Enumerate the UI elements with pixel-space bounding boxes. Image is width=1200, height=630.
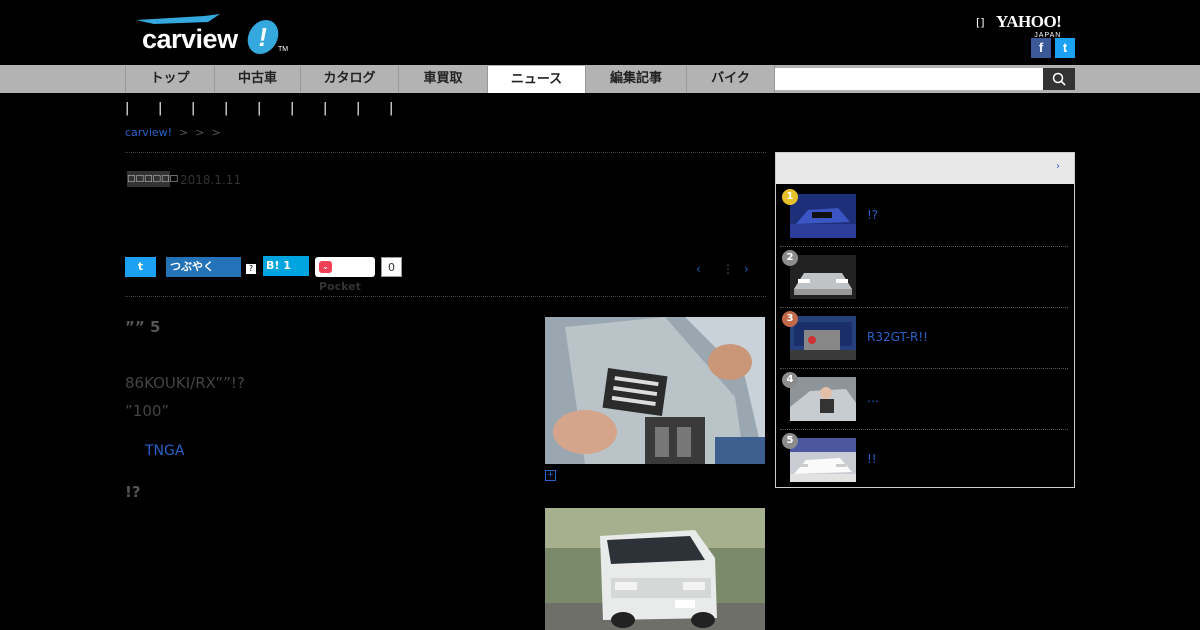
hatena-count: 1 (283, 259, 291, 272)
category-badge[interactable]: □□□□□□ (127, 171, 178, 187)
ranking-box: › 1 !? 2 3 R32GT-R!! 4 … 5 !! (775, 152, 1075, 488)
article-photo-van[interactable] (545, 508, 765, 630)
nav-tab-top[interactable]: トップ (125, 65, 214, 93)
ranking-title[interactable]: !? (867, 208, 878, 222)
sub-nav-separator: | (125, 101, 130, 116)
search-button[interactable] (1043, 68, 1075, 90)
yahoo-logo-sub: JAPAN (1034, 32, 1062, 39)
ranking-number: 5 (782, 433, 798, 449)
ranking-title[interactable]: … (867, 391, 879, 405)
yahoo-japan-logo[interactable]: YAHOO! JAPAN (996, 12, 1062, 39)
ranking-thumbnail[interactable] (790, 316, 856, 360)
nav-tab-news[interactable]: ニュース (487, 66, 585, 93)
ranking-item[interactable]: 2 (780, 247, 1068, 308)
breadcrumb-separator: > (179, 126, 189, 139)
sub-nav-separator: | (257, 101, 262, 116)
sub-nav-separator: | (290, 101, 295, 116)
ranking-number: 2 (782, 250, 798, 266)
ranking-title[interactable]: !! (867, 452, 877, 466)
global-nav: トップ 中古車 カタログ 車買取 ニュース 編集記事 バイク (0, 65, 1200, 93)
mixi-share-button[interactable]: つぶやく (166, 257, 241, 277)
breadcrumb: carview! > > > (125, 126, 221, 139)
sub-nav: | | | | | | | | | (125, 101, 422, 116)
ranking-thumbnail[interactable] (790, 438, 856, 482)
nav-tab-used-cars[interactable]: 中古車 (214, 65, 300, 93)
ranking-thumbnail[interactable] (790, 377, 856, 421)
ranking-thumbnail[interactable] (790, 255, 856, 299)
pocket-button[interactable]: ⌄ Pocket (315, 257, 375, 293)
ranking-header: › (776, 153, 1074, 184)
breadcrumb-separator: > (211, 126, 221, 139)
nav-tab-catalog[interactable]: カタログ (300, 65, 398, 93)
logo-trademark: TM (278, 46, 289, 53)
article-date: 2018.1.11 (180, 173, 242, 187)
van-photo-image (545, 508, 765, 630)
ranking-thumbnail[interactable] (790, 194, 856, 238)
twitter-bird-icon: t (137, 260, 144, 273)
pocket-count: 0 (381, 257, 402, 277)
article-list-icon[interactable]: ⋮ (722, 262, 734, 276)
yahoo-logo-main: YAHOO! (996, 12, 1062, 31)
next-article-icon[interactable]: › (744, 262, 749, 276)
hatena-bookmark-button[interactable]: B! 1 (263, 256, 309, 276)
ranking-title[interactable]: R32GT-R!! (867, 330, 928, 344)
hatena-label: B! (266, 259, 280, 272)
help-icon[interactable]: ? (246, 264, 256, 274)
pocket-label: Pocket (319, 280, 361, 293)
ranking-item[interactable]: 3 R32GT-R!! (780, 308, 1068, 369)
sub-nav-separator: | (323, 101, 328, 116)
facebook-icon[interactable]: f (1031, 38, 1051, 58)
mixi-share-label: つぶやく (170, 260, 214, 273)
breadcrumb-separator: > (195, 126, 205, 139)
breadcrumb-home-link[interactable]: carview! (125, 126, 172, 139)
pocket-icon: ⌄ (319, 261, 332, 273)
ranking-item[interactable]: 4 … (780, 369, 1068, 430)
search-icon (1052, 72, 1066, 86)
sub-nav-separator: | (389, 101, 394, 116)
nav-tab-editorial[interactable]: 編集記事 (585, 65, 686, 93)
prev-article-icon[interactable]: ‹ (696, 262, 701, 276)
logo-text: carview (142, 24, 238, 54)
nav-tab-bike[interactable]: バイク (686, 65, 775, 93)
sub-nav-separator: | (158, 101, 163, 116)
sub-nav-separator: | (191, 101, 196, 116)
carview-logo[interactable]: carview ! TM (130, 10, 290, 56)
sub-nav-separator: | (356, 101, 361, 116)
tnga-link[interactable]: TNGA (145, 443, 184, 459)
bumper-photo-image (545, 317, 765, 464)
ranking-item[interactable]: 1 !? (780, 186, 1068, 247)
nav-tabs: トップ 中古車 カタログ 車買取 ニュース 編集記事 バイク (125, 65, 775, 93)
zoom-icon[interactable]: + (545, 470, 556, 481)
article-body-line: ”100” (125, 402, 170, 420)
search-input[interactable] (775, 68, 1043, 90)
article-subheading: !? (125, 483, 141, 501)
article-lead: ”” 5 (125, 318, 161, 336)
nav-tab-buyback[interactable]: 車買取 (398, 65, 487, 93)
sub-nav-separator: | (224, 101, 229, 116)
article-body-line: 86KOUKI/RX””!? (125, 374, 245, 392)
ranking-item[interactable]: 5 !! (780, 430, 1068, 490)
article-photo-bumper[interactable] (545, 317, 765, 464)
divider (125, 296, 766, 297)
twitter-icon[interactable]: t (1055, 38, 1075, 58)
ranking-number: 4 (782, 372, 798, 388)
tweet-button[interactable]: t (125, 257, 156, 277)
divider (125, 152, 766, 153)
ranking-number: 3 (782, 311, 798, 327)
ranking-number: 1 (782, 189, 798, 205)
header-bracket: [] (976, 16, 985, 29)
ranking-more-icon[interactable]: › (1056, 161, 1060, 172)
logo-bang: ! (245, 20, 281, 54)
